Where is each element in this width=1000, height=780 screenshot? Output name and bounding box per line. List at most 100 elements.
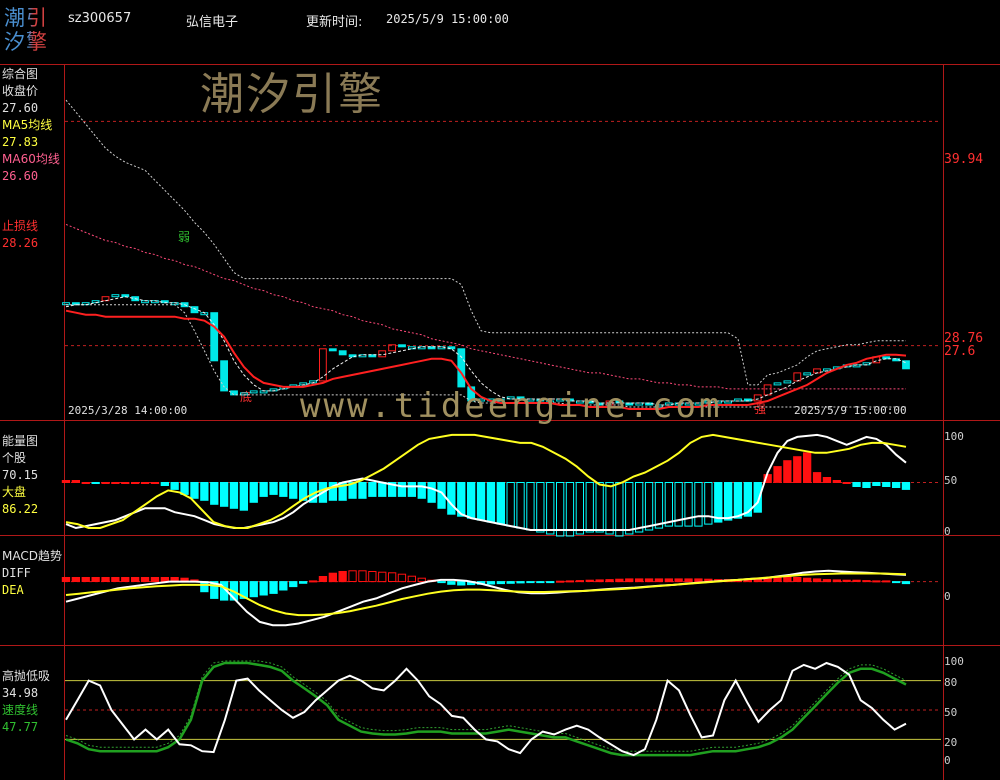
macd-bar [625, 578, 634, 583]
energy-bar [239, 482, 248, 511]
macd-bar [506, 581, 515, 584]
macd-bar [615, 578, 624, 583]
energy-bar [605, 482, 614, 535]
macd-bar [457, 581, 466, 586]
candle [338, 350, 347, 356]
energy-bar [378, 482, 387, 497]
candle [803, 372, 812, 376]
energy-bar [170, 482, 179, 490]
energy-bar [862, 482, 871, 488]
energy-bar [368, 482, 377, 497]
candle [111, 294, 120, 298]
macd-bar [536, 581, 545, 584]
energy-bar [279, 482, 288, 497]
macd-bar [516, 581, 525, 584]
energy-bar [773, 466, 782, 483]
macd-bar [773, 577, 782, 582]
candle [249, 390, 258, 394]
energy-bar [131, 482, 140, 484]
macd-bar [842, 579, 851, 583]
energy-bar [516, 482, 525, 529]
macd-bar [338, 571, 347, 583]
watermark-url: www.tideengine.com [300, 386, 723, 426]
macd-bar [121, 577, 130, 582]
energy-bar [121, 482, 130, 484]
macd-bar [526, 581, 535, 584]
macd-bar [81, 577, 90, 582]
energy-bar [556, 482, 565, 537]
macd-bar [901, 581, 911, 585]
energy-bar [220, 482, 229, 507]
macd-bar [556, 580, 565, 583]
macd-bar [565, 580, 575, 583]
energy-bar [496, 482, 506, 525]
energy-bar [476, 482, 486, 521]
energy-bar [526, 482, 535, 531]
macd-bar [368, 571, 377, 583]
macd-bar [269, 581, 278, 594]
energy-bar [269, 482, 278, 495]
candle [813, 368, 821, 374]
macd-bar [862, 580, 871, 583]
macd-bar [892, 581, 901, 584]
energy-bar [842, 482, 851, 484]
energy-bar [506, 482, 515, 527]
macd-bar [71, 577, 80, 582]
energy-bar [783, 460, 792, 484]
macd-bar [605, 579, 614, 583]
energy-bar [803, 452, 812, 483]
energy-bar [872, 482, 881, 486]
macd-bar [832, 579, 842, 583]
energy-bar [447, 482, 456, 515]
energy-bar [714, 482, 723, 523]
energy-bar [150, 482, 160, 484]
macd-bar [546, 581, 555, 584]
energy-bar [249, 482, 258, 503]
energy-bar [81, 482, 90, 484]
candle [793, 372, 802, 382]
macd-bar [674, 578, 683, 583]
energy-bar [882, 482, 891, 487]
candle [753, 394, 762, 402]
energy-bar [397, 482, 407, 497]
macd-bar [61, 577, 71, 582]
energy-bar [160, 482, 169, 486]
macd-bar [783, 576, 792, 583]
white-line [65, 661, 907, 757]
speed-line [65, 661, 907, 757]
energy-bar [536, 482, 545, 533]
energy-bar [625, 482, 634, 535]
macd-bar [882, 580, 891, 583]
macd-bar [822, 579, 832, 583]
candle [190, 306, 199, 314]
candle [328, 348, 337, 352]
energy-bar [101, 482, 110, 484]
energy-bar [546, 482, 555, 535]
energy-bar [733, 482, 743, 519]
energy-bar [585, 482, 594, 533]
macd-bar [328, 572, 338, 583]
energy-bar [901, 482, 911, 490]
energy-bar [832, 480, 842, 483]
macd-bar [595, 579, 604, 583]
macd-bar [812, 578, 822, 583]
macd-bar [852, 579, 861, 583]
energy-bar [565, 482, 575, 537]
macd-bar [664, 578, 674, 583]
energy-bar [635, 482, 644, 533]
macd-bar [388, 572, 397, 582]
energy-bar [111, 482, 120, 484]
energy-bar [91, 482, 100, 484]
macd-bar [358, 570, 367, 582]
energy-bar [200, 482, 209, 501]
macd-bar [654, 578, 664, 583]
macd-bar [793, 577, 802, 582]
macd-bar [803, 577, 812, 583]
energy-bar [793, 456, 802, 484]
macd-bar [289, 581, 298, 588]
candle [398, 344, 406, 348]
energy-bar [229, 482, 239, 509]
energy-bar [615, 482, 624, 537]
macd-bar [585, 579, 594, 583]
energy-bar [486, 482, 496, 523]
